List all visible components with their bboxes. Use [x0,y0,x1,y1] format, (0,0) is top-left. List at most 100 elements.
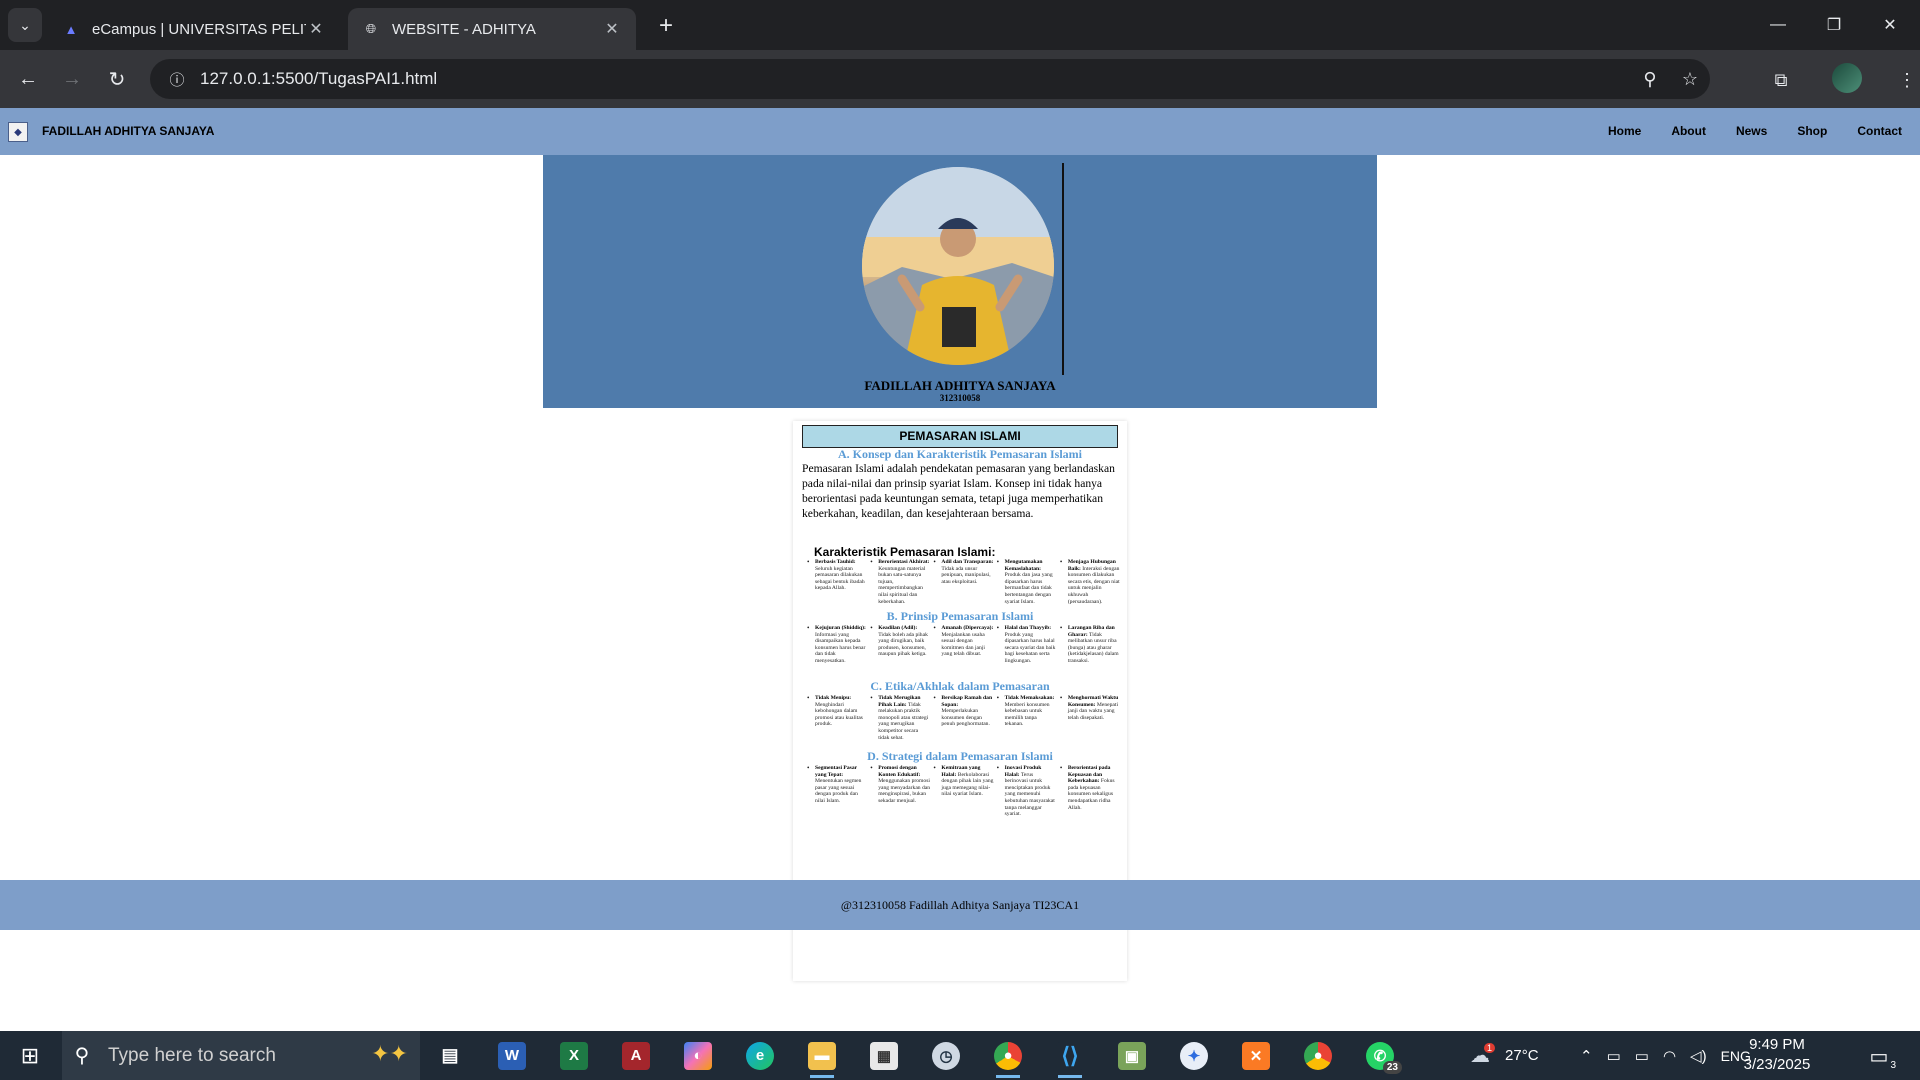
compass-app-icon: ✦ [1180,1041,1208,1070]
edge-icon: e [746,1041,774,1070]
minimize-icon: — [1770,16,1786,33]
hero-banner: FADILLAH ADHITYA SANJAYA 312310058 [543,155,1377,408]
close-window-button[interactable]: ✕ [1862,0,1918,50]
close-icon[interactable]: ✕ [602,19,622,39]
etika-list: • Tidak Menipu: Menghindari kebohongan da… [807,694,1123,741]
menu-news[interactable]: News [1736,124,1767,138]
store-app[interactable]: ▦ [862,1035,906,1076]
vscode-icon: ⟨⟩ [1056,1041,1084,1070]
tab-ecampus[interactable]: ▲ eCampus | UNIVERSITAS PELITA ✕ [48,8,340,50]
extensions-icon[interactable]: ⧉ [1764,63,1798,97]
taskbar-search[interactable]: ⚲ Type here to search ✦✦ [62,1031,420,1080]
list-item: • Menghormati Waktu Konsumen: Menepati ja… [1059,694,1119,721]
access-app[interactable]: A [614,1035,658,1076]
tab-website-adhitya[interactable]: 🌐︎ WEBSITE - ADHITYA ✕ [348,8,636,50]
menu-contact[interactable]: Contact [1857,124,1902,138]
taskbar-clock[interactable]: 9:49 PM 3/23/2025 [1732,1035,1822,1075]
section-c-heading: C. Etika/Akhlak dalam Pemasaran [870,679,1050,693]
start-button[interactable]: ⊞ [0,1031,60,1080]
weather-widget[interactable]: ☁ 1 27°C [1470,1031,1539,1080]
meet-icon[interactable]: ▭ [1607,1047,1621,1065]
minimize-button[interactable]: — [1750,0,1806,50]
excel-app[interactable]: X [552,1035,596,1076]
volume-icon[interactable]: ◁) [1690,1047,1707,1065]
vscode-app[interactable]: ⟨⟩ [1048,1035,1092,1078]
copilot-app[interactable]: ◐ [676,1035,720,1076]
access-icon: A [622,1041,650,1070]
close-icon[interactable]: ✕ [306,19,326,39]
brand-logo-icon: ◆ [8,122,28,142]
windows-taskbar: ⊞ ⚲ Type here to search ✦✦ ▤ W X A ◐ e ▬… [0,1031,1920,1080]
list-item: • Berorientasi pada Kepuasan dan Keberkah… [1059,764,1115,811]
clock-time: 9:49 PM [1749,1036,1805,1053]
file-explorer-app[interactable]: ▬ [800,1035,844,1078]
whatsapp-app[interactable]: ✆ 23 [1358,1035,1402,1076]
word-app[interactable]: W [490,1035,534,1076]
list-item: • Kejujuran (Shiddiq): Informasi yang dis… [807,624,866,664]
list-item: • Mengutamakan Kemaslahatan: Produk dan j… [996,558,1053,605]
image-app-icon: ▣ [1118,1041,1146,1070]
intro-paragraph: Pemasaran Islami adalah pendekatan pemas… [802,462,1115,520]
notification-badge: 3 [1890,1060,1896,1071]
reload-icon: ↻ [108,68,126,91]
karakteristik-list: • Berbasis Tauhid: Seluruh kegiatan pemas… [807,558,1123,605]
chrome-icon: ● [1304,1041,1332,1070]
copilot-icon: ◐ [684,1041,712,1070]
chrome-app[interactable]: ● [986,1035,1030,1078]
edge-app[interactable]: e [738,1035,782,1076]
search-icon: ⚲ [74,1045,90,1067]
chrome-app-2[interactable]: ● [1296,1035,1340,1076]
forward-button[interactable]: → [56,63,88,95]
page-viewport: ◆ FADILLAH ADHITYA SANJAYA Home About Ne… [0,108,1920,1031]
xampp-app[interactable]: ✕ [1234,1035,1278,1076]
list-item: • Larangan Riba dan Gharar: Tidak melibat… [1059,624,1119,664]
list-item: • Amanah (Dipercaya): Menjalankan usaha s… [933,624,994,658]
back-button[interactable]: ← [12,63,44,95]
section-a-heading: A. Konsep dan Karakteristik Pemasaran Is… [837,447,1082,461]
list-item: • Berorientasi Akhirat: Keuntungan materi… [870,558,930,605]
menu-shop[interactable]: Shop [1797,124,1827,138]
strategi-list: • Segmentasi Pasar yang Tepat: Menentukan… [807,765,1123,818]
section-b-heading: B. Prinsip Pemasaran Islami [886,609,1034,623]
chat-bubble-icon: ▭ [1869,1045,1889,1068]
list-item: • Menjaga Hubungan Baik: Interaksi dengan… [1059,558,1120,605]
list-item: • Tidak Memaksakan: Memberi konsumen kebe… [996,694,1055,728]
battery-icon[interactable]: ▭ [1635,1047,1649,1065]
globe-icon: 🌐︎ [365,21,377,36]
bookmark-star-icon[interactable]: ☆ [1670,60,1710,98]
profile-avatar[interactable] [1832,63,1862,93]
list-item: • Berbasis Tauhid: Seluruh kegiatan pemas… [807,558,865,592]
menu-home[interactable]: Home [1608,124,1641,138]
menu-about[interactable]: About [1671,124,1706,138]
brand-name: FADILLAH ADHITYA SANJAYA [42,124,215,138]
chevron-down-icon: ⌄ [19,16,31,33]
menu-kebab-icon[interactable]: ⋮ [1890,63,1920,97]
app-generic-2[interactable]: ▣ [1110,1035,1154,1076]
wifi-icon[interactable]: ◠ [1663,1047,1676,1065]
excel-icon: X [560,1041,588,1070]
task-view-button[interactable]: ▤ [428,1035,472,1076]
list-item: • Keadilan (Adil): Tidak boleh ada pihak … [870,624,928,658]
chevron-up-icon[interactable]: ⌃ [1580,1047,1593,1065]
new-tab-button[interactable]: + [652,12,680,40]
app-generic[interactable]: ◷ [924,1035,968,1076]
xampp-icon: ✕ [1242,1041,1270,1070]
url-text[interactable]: 127.0.0.1:5500/TugasPAI1.html [200,69,1630,89]
list-item: • Halal dan Thayyib: Produk yang dipasark… [996,624,1056,664]
site-navbar: ◆ FADILLAH ADHITYA SANJAYA Home About Ne… [0,108,1920,155]
site-info-icon[interactable]: ⓘ [158,60,196,98]
list-item: • Bersikap Ramah dan Sopan: Memperlakukan… [933,694,993,728]
ecampus-favicon-icon: ▲ [64,21,78,37]
prinsip-list: • Kejujuran (Shiddiq): Informasi yang dis… [807,625,1123,665]
app-generic-3[interactable]: ✦ [1172,1035,1216,1076]
close-icon: ✕ [1883,17,1897,34]
hero-name: FADILLAH ADHITYA SANJAYA [864,378,1056,393]
tab-search-button[interactable]: ⌄ [8,8,42,42]
whatsapp-badge: 23 [1382,1061,1402,1074]
notification-center-button[interactable]: ▭ 3 [1864,1041,1896,1072]
reload-button[interactable]: ↻ [101,63,133,95]
restore-button[interactable]: ❐ [1806,0,1862,50]
address-bar[interactable]: ⓘ 127.0.0.1:5500/TugasPAI1.html ⚲ ☆ [150,59,1710,99]
arrow-right-icon: → [62,67,82,90]
zoom-icon[interactable]: ⚲ [1630,60,1670,98]
